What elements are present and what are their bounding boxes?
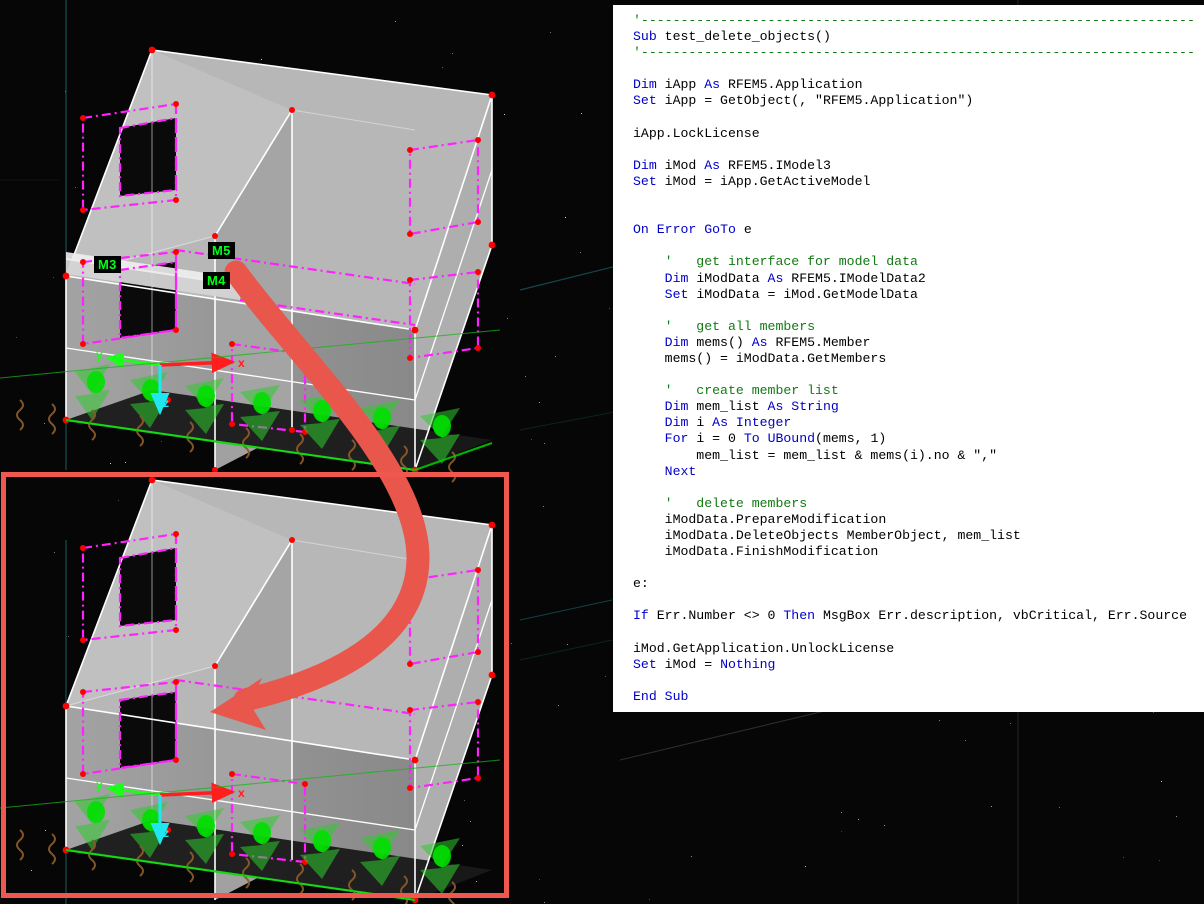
member-tag-m5[interactable]: M5 — [208, 242, 235, 259]
model-before-delete[interactable] — [0, 46, 501, 483]
axis-label-x-top: x — [238, 356, 245, 370]
vba-code-body[interactable]: '---------------------------------------… — [613, 5, 1204, 705]
axis-label-z-top: z — [163, 396, 169, 410]
vba-code-panel[interactable]: '---------------------------------------… — [613, 5, 1204, 712]
axis-label-y-top: y — [96, 348, 103, 362]
member-tag-m3[interactable]: M3 — [94, 256, 121, 273]
axis-label-z-bottom: z — [163, 826, 169, 840]
axis-label-x-bottom: x — [238, 786, 245, 800]
member-tag-m4[interactable]: M4 — [203, 272, 230, 289]
axis-label-y-bottom: y — [96, 778, 103, 792]
